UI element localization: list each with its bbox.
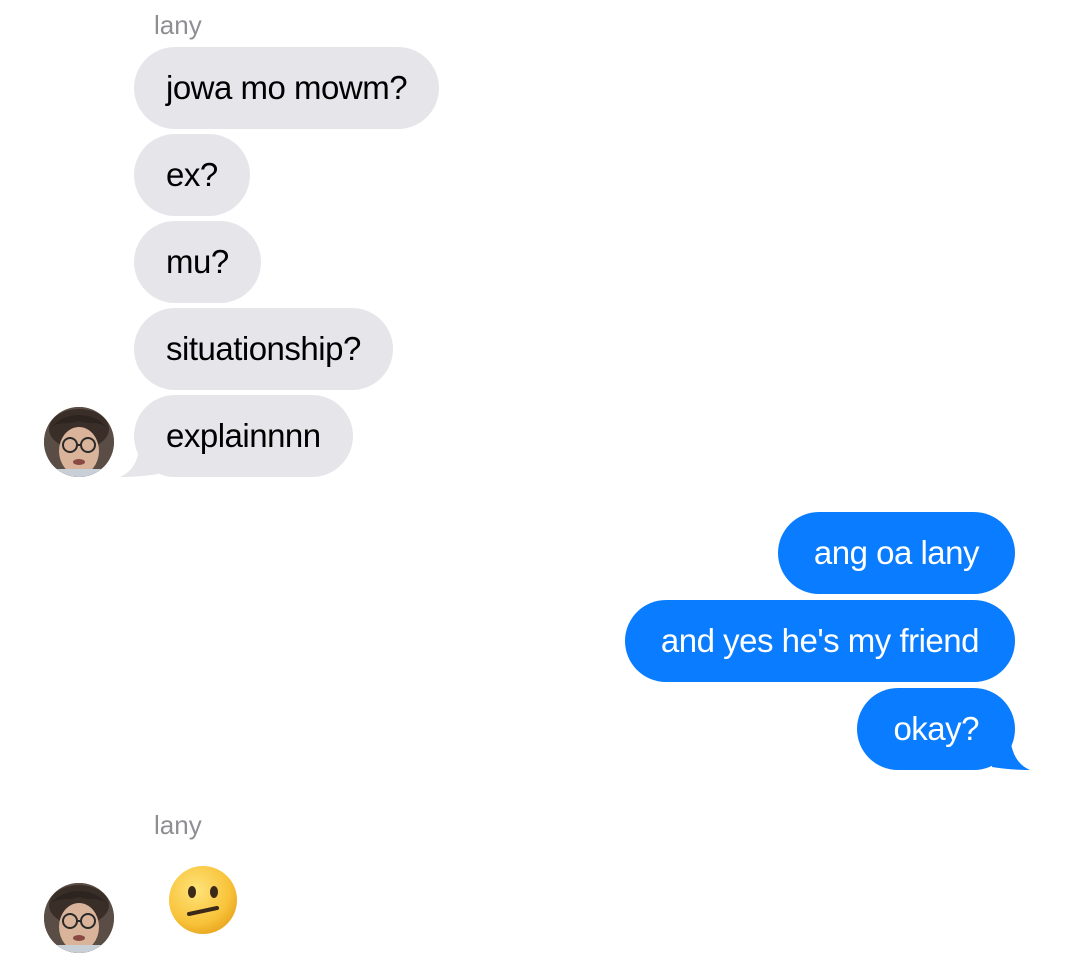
incoming-message[interactable]: ex? (134, 134, 250, 216)
contact-avatar[interactable] (44, 883, 114, 953)
outgoing-message[interactable]: and yes he's my friend (624, 600, 1015, 682)
incoming-message[interactable]: mu? (134, 221, 261, 303)
sender-name: lany (154, 810, 202, 840)
outgoing-message[interactable]: okay? (857, 688, 1015, 770)
sender-name: lany (154, 10, 202, 40)
avatar-photo-icon (44, 883, 114, 953)
avatar-photo-icon (44, 407, 114, 477)
incoming-message[interactable]: situationship? (134, 308, 393, 390)
incoming-message[interactable]: jowa mo mowm? (134, 47, 440, 129)
contact-avatar[interactable] (44, 407, 114, 477)
neutral-face-emoji-icon[interactable] (167, 864, 239, 936)
incoming-message[interactable]: explainnnn (134, 395, 353, 477)
outgoing-message[interactable]: ang oa lany (777, 512, 1015, 594)
